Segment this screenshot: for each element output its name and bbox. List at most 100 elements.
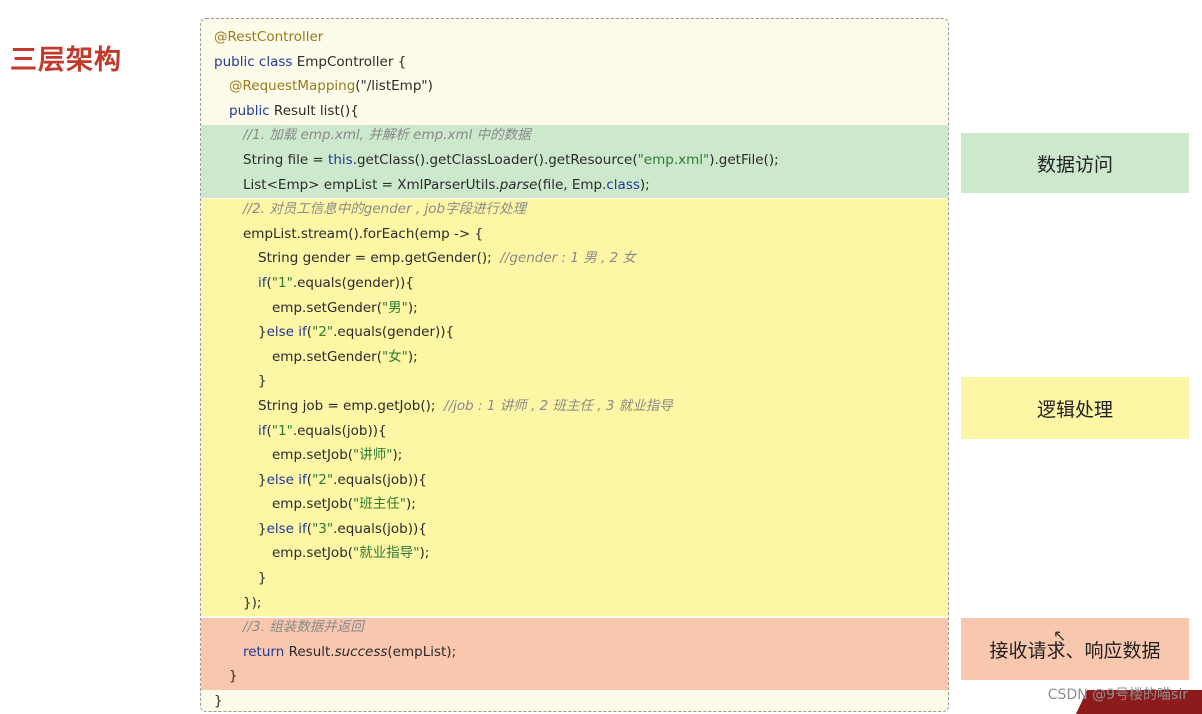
code-token: ); <box>405 496 416 513</box>
code-line: emp.setGender("男"); <box>201 296 948 321</box>
code-token: ); <box>407 348 418 365</box>
code-line: if("1".equals(gender)){ <box>201 271 948 296</box>
code-token: ); <box>392 447 403 464</box>
code-line: } <box>201 664 948 689</box>
code-panel: @RestController public class EmpControll… <box>200 18 949 712</box>
request-response-label: 接收请求、响应数据 <box>961 618 1189 680</box>
code-token: @RestController <box>214 29 324 45</box>
code-line: @RestController <box>201 25 948 50</box>
code-token: @RequestMapping <box>229 78 356 95</box>
code-token: "2" <box>312 471 334 488</box>
code-token: "emp.xml" <box>637 151 710 168</box>
code-line: //3. 组装数据并返回 <box>201 615 948 640</box>
code-token: } <box>214 693 223 710</box>
code-token: emp.setJob( <box>272 447 354 464</box>
code-token: //1. 加载 emp.xml, 并解析 emp.xml 中的数据 <box>243 127 531 144</box>
code-line: String file = this.getClass().getClassLo… <box>201 148 948 173</box>
code-token: } <box>258 520 267 537</box>
code-line: } <box>201 566 948 591</box>
code-token: this <box>328 151 353 168</box>
code-line: emp.setJob("讲师"); <box>201 443 948 468</box>
code-token: List<Emp> empList = XmlParserUtils. <box>243 176 500 193</box>
code-line: emp.setJob("班主任"); <box>201 492 948 517</box>
code-token: else if <box>266 324 307 341</box>
code-token: emp.setGender( <box>272 348 382 365</box>
code-token: .equals(gender)){ <box>292 274 414 291</box>
csdn-watermark: CSDN @9号楼的喵sir <box>1047 687 1188 703</box>
logic-processing-label: 逻辑处理 <box>961 377 1189 439</box>
code-line: String gender = emp.getGender(); //gende… <box>201 246 948 271</box>
code-token: emp.setJob( <box>272 545 354 562</box>
code-token: //2. 对员工信息中的gender , job字段进行处理 <box>243 201 527 218</box>
code-token: emp.setJob( <box>272 496 354 513</box>
code-line: if("1".equals(job)){ <box>201 419 948 444</box>
code-line: public class EmpController { <box>201 50 948 75</box>
code-line: //2. 对员工信息中的gender , job字段进行处理 <box>201 197 948 222</box>
code-line: String job = emp.getJob(); //job : 1 讲师 … <box>201 394 948 419</box>
code-token: ("/listEmp") <box>355 78 433 95</box>
code-token: "3" <box>312 520 334 537</box>
code-token: }); <box>243 594 262 611</box>
code-token: public <box>229 102 274 119</box>
data-access-label: 数据访问 <box>961 133 1189 193</box>
code-token: if <box>258 422 267 439</box>
code-token: empList.stream().forEach(emp -> { <box>243 225 484 242</box>
code-line: }); <box>201 591 948 616</box>
code-line: emp.setJob("就业指导"); <box>201 541 948 566</box>
code-token: emp.setGender( <box>272 299 382 316</box>
code-token: else if <box>266 471 307 488</box>
code-token: } <box>229 668 238 685</box>
code-token: .equals(job)){ <box>292 422 387 439</box>
code-line: List<Emp> empList = XmlParserUtils.parse… <box>201 173 948 198</box>
code-token: Result list(){ <box>273 102 359 119</box>
code-token: //gender : 1 男 , 2 女 <box>500 250 636 267</box>
code-token: "就业指导" <box>353 545 420 562</box>
code-token: } <box>258 570 267 587</box>
code-line: empList.stream().forEach(emp -> { <box>201 222 948 247</box>
slide-title: 三层架构 <box>10 45 122 76</box>
code-token: success <box>334 643 388 660</box>
code-line: //1. 加载 emp.xml, 并解析 emp.xml 中的数据 <box>201 123 948 148</box>
code-lines: @RestController public class EmpControll… <box>201 25 948 711</box>
code-token: ); <box>639 176 650 193</box>
code-line: emp.setGender("女"); <box>201 345 948 370</box>
code-token: .equals(job)){ <box>333 471 427 488</box>
code-line: public Result list(){ <box>201 99 948 124</box>
code-token: } <box>258 373 267 390</box>
code-token: .equals(job)){ <box>333 520 427 537</box>
code-token: .equals(gender)){ <box>333 324 455 341</box>
code-token: "2" <box>312 324 334 341</box>
code-token: } <box>258 471 267 488</box>
code-token: //3. 组装数据并返回 <box>243 619 364 636</box>
code-token: public class <box>214 53 297 70</box>
code-line: }else if("2".equals(job)){ <box>201 468 948 493</box>
code-token: (empList); <box>387 643 457 660</box>
code-token: else if <box>266 520 307 537</box>
code-token: ).getFile(); <box>709 151 779 168</box>
code-token: return <box>243 643 289 660</box>
code-token: } <box>258 324 267 341</box>
code-token: String file = <box>243 151 329 168</box>
code-token: EmpController { <box>296 53 407 70</box>
code-token: ); <box>407 299 418 316</box>
code-line: } <box>201 369 948 394</box>
code-token: String gender = emp.getGender(); <box>258 250 501 267</box>
code-token: if <box>258 274 267 291</box>
code-line: }else if("2".equals(gender)){ <box>201 320 948 345</box>
code-token: .getClass().getClassLoader().getResource… <box>352 151 638 168</box>
code-line: return Result.success(empList); <box>201 640 948 665</box>
code-token: ); <box>419 545 430 562</box>
code-token: "讲师" <box>353 447 393 464</box>
code-token: "男" <box>381 299 408 316</box>
code-token: "班主任" <box>353 496 406 513</box>
code-line: }else if("3".equals(job)){ <box>201 517 948 542</box>
code-token: String job = emp.getJob(); <box>258 397 445 414</box>
mouse-cursor-icon: ↖ <box>1053 626 1067 645</box>
code-token: "女" <box>381 348 408 365</box>
code-token: (file, Emp. <box>537 176 607 193</box>
code-token: "1" <box>271 422 293 439</box>
code-token: parse <box>499 176 538 193</box>
code-token: Result. <box>288 643 335 660</box>
code-line: } <box>201 689 948 711</box>
code-line: @RequestMapping("/listEmp") <box>201 74 948 99</box>
